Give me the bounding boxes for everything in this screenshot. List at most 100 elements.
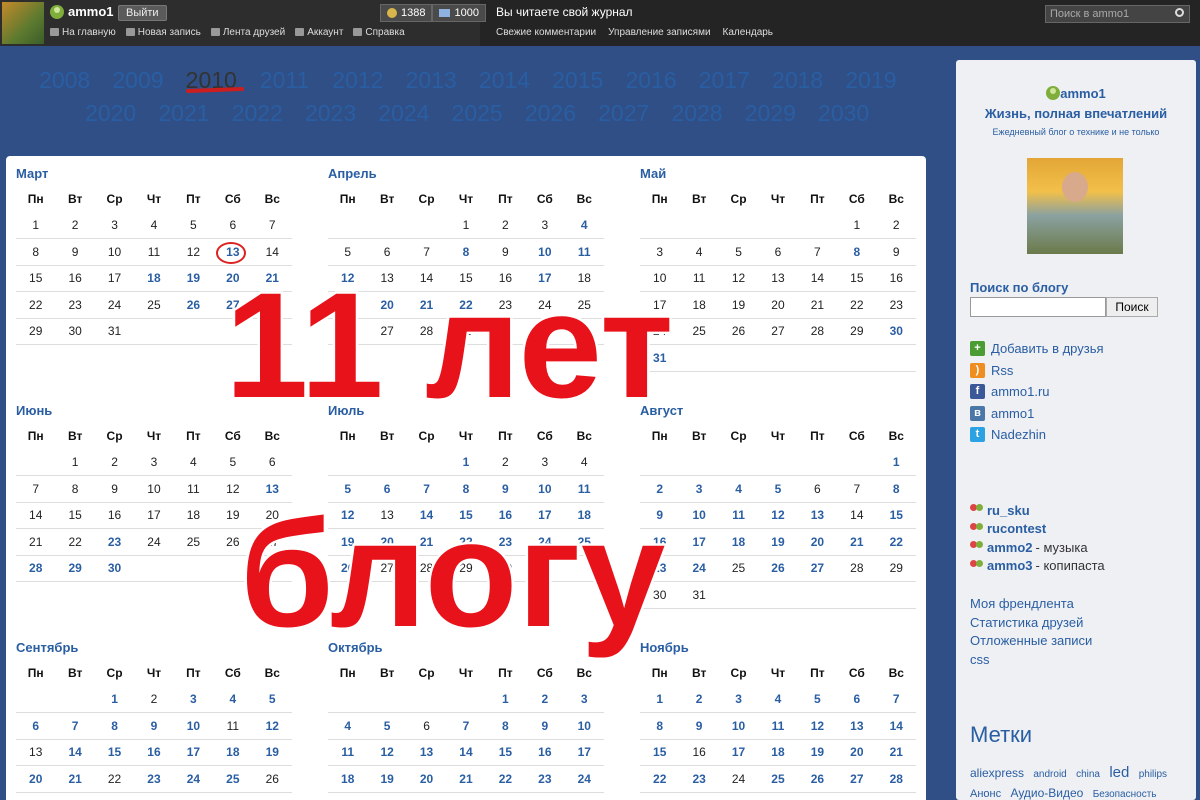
nav-friends-feed[interactable]: Лента друзей — [210, 27, 285, 38]
day-link[interactable]: 19 — [367, 765, 407, 793]
year-link[interactable]: 2012 — [321, 64, 394, 97]
month-title[interactable]: Март — [16, 166, 292, 186]
day-link[interactable]: 23 — [134, 765, 174, 793]
year-link[interactable]: 2026 — [514, 97, 587, 130]
tag-link[interactable]: aliexpress — [970, 766, 1024, 780]
day-link[interactable]: 19 — [173, 265, 214, 292]
nav-help[interactable]: Справка — [353, 27, 405, 38]
tag-link[interactable]: philips — [1139, 769, 1167, 780]
day-link[interactable]: 24 — [564, 765, 604, 793]
day-link[interactable]: 11 — [718, 502, 759, 529]
community-name[interactable]: ammo2 — [987, 540, 1033, 555]
day-link[interactable]: 15 — [94, 739, 135, 766]
sidebar-username[interactable]: ammo1 — [1060, 86, 1106, 101]
day-link[interactable]: 21 — [837, 528, 877, 556]
day-link[interactable]: 11 — [758, 712, 798, 740]
day-link[interactable]: 12 — [758, 502, 798, 529]
nav-manage-posts[interactable]: Управление записями — [608, 27, 710, 38]
day-link[interactable]: 18 — [718, 528, 759, 556]
day-link[interactable]: 3 — [679, 475, 719, 503]
day-link[interactable]: 5 — [367, 712, 407, 740]
day-link[interactable]: 1 — [446, 449, 486, 476]
day-link[interactable]: 21 — [55, 765, 95, 793]
rss-link[interactable]: ) Rss — [970, 360, 1104, 382]
day-link[interactable]: 4 — [718, 475, 759, 503]
day-link[interactable]: 15 — [876, 502, 916, 529]
search-icon[interactable] — [1175, 8, 1184, 17]
journal-title[interactable]: Жизнь, полная впечатлений — [956, 106, 1196, 121]
day-link[interactable]: 28 — [876, 765, 916, 793]
year-link[interactable]: 2025 — [440, 97, 513, 130]
year-link[interactable]: 2011 — [248, 64, 321, 97]
vk-link[interactable]: в ammo1 — [970, 403, 1104, 425]
day-link[interactable]: 1 — [485, 686, 526, 713]
day-link[interactable]: 9 — [525, 712, 565, 740]
year-link[interactable]: 2021 — [147, 97, 220, 130]
day-link[interactable]: 19 — [758, 528, 798, 556]
day-link[interactable]: 20 — [837, 739, 877, 766]
day-link[interactable]: 12 — [252, 712, 292, 740]
year-link[interactable]: 2015 — [541, 64, 614, 97]
day-link[interactable]: 23 — [679, 765, 719, 793]
avatar[interactable] — [2, 2, 44, 44]
year-link[interactable]: 2027 — [587, 97, 660, 130]
day-link[interactable]: 14 — [55, 739, 95, 766]
day-link[interactable]: 30 — [94, 555, 135, 582]
blog-search-button[interactable]: Поиск — [1106, 297, 1158, 317]
day-link[interactable]: 20 — [797, 528, 838, 556]
year-link[interactable]: 2017 — [688, 64, 761, 97]
day-link[interactable]: 12 — [797, 712, 838, 740]
day-link[interactable]: 24 — [173, 765, 214, 793]
day-link[interactable]: 8 — [837, 238, 877, 266]
day-link[interactable]: 26 — [758, 555, 798, 582]
nav-account[interactable]: Аккаунт — [295, 27, 343, 38]
month-title[interactable]: Май — [640, 166, 916, 186]
day-link[interactable]: 2 — [525, 686, 565, 713]
month-title[interactable]: Апрель — [328, 166, 604, 186]
day-link[interactable]: 14 — [876, 712, 916, 740]
day-link[interactable]: 7 — [446, 712, 486, 740]
day-link[interactable]: 20 — [406, 765, 447, 793]
day-link[interactable]: 22 — [876, 528, 916, 556]
nav-new-post[interactable]: Новая запись — [125, 27, 201, 38]
blog-search-input[interactable] — [970, 297, 1106, 317]
day-link[interactable]: 17 — [679, 528, 719, 556]
day-link[interactable]: 16 — [134, 739, 174, 766]
day-link[interactable]: 16 — [525, 739, 565, 766]
tag-link[interactable]: china — [1076, 769, 1100, 780]
day-link[interactable]: 23 — [94, 528, 135, 556]
day-link[interactable]: 8 — [876, 475, 916, 503]
community-item[interactable]: rucontest — [970, 520, 1105, 539]
twitter-link[interactable]: t Nadezhin — [970, 424, 1104, 446]
day-link[interactable]: 1 — [94, 686, 135, 713]
day-link[interactable]: 15 — [485, 739, 526, 766]
day-link[interactable]: 4 — [213, 686, 253, 713]
day-link[interactable]: 8 — [485, 712, 526, 740]
month-title[interactable]: Август — [640, 403, 916, 423]
year-link[interactable]: 2014 — [468, 64, 541, 97]
year-link[interactable]: 2030 — [807, 97, 880, 130]
day-link[interactable]: 25 — [758, 765, 798, 793]
tag-link[interactable]: android — [1033, 769, 1066, 780]
day-link[interactable]: 22 — [640, 765, 680, 793]
community-name[interactable]: ammo3 — [987, 558, 1033, 573]
day-link[interactable]: 17 — [718, 739, 759, 766]
year-link[interactable]: 2008 — [28, 64, 101, 97]
messages-counter[interactable]: 1000 — [432, 4, 486, 22]
day-link[interactable]: 5 — [758, 475, 798, 503]
day-link[interactable]: 25 — [213, 765, 253, 793]
day-link[interactable]: 19 — [252, 739, 292, 766]
community-item[interactable]: ammo3 - копипаста — [970, 557, 1105, 576]
day-link[interactable]: 21 — [446, 765, 486, 793]
day-link[interactable]: 3 — [564, 686, 604, 713]
day-link[interactable]: 12 — [367, 739, 407, 766]
day-link[interactable]: 24 — [679, 555, 719, 582]
year-link[interactable]: 2020 — [74, 97, 147, 130]
friendfeed-link[interactable]: Моя френдлента — [970, 596, 1092, 615]
day-link[interactable]: 28 — [16, 555, 56, 582]
day-link[interactable]: 18 — [134, 265, 174, 292]
year-link[interactable]: 2013 — [394, 64, 467, 97]
day-link[interactable]: 11 — [328, 739, 368, 766]
day-link[interactable]: 3 — [718, 686, 759, 713]
day-link[interactable]: 8 — [640, 712, 680, 740]
